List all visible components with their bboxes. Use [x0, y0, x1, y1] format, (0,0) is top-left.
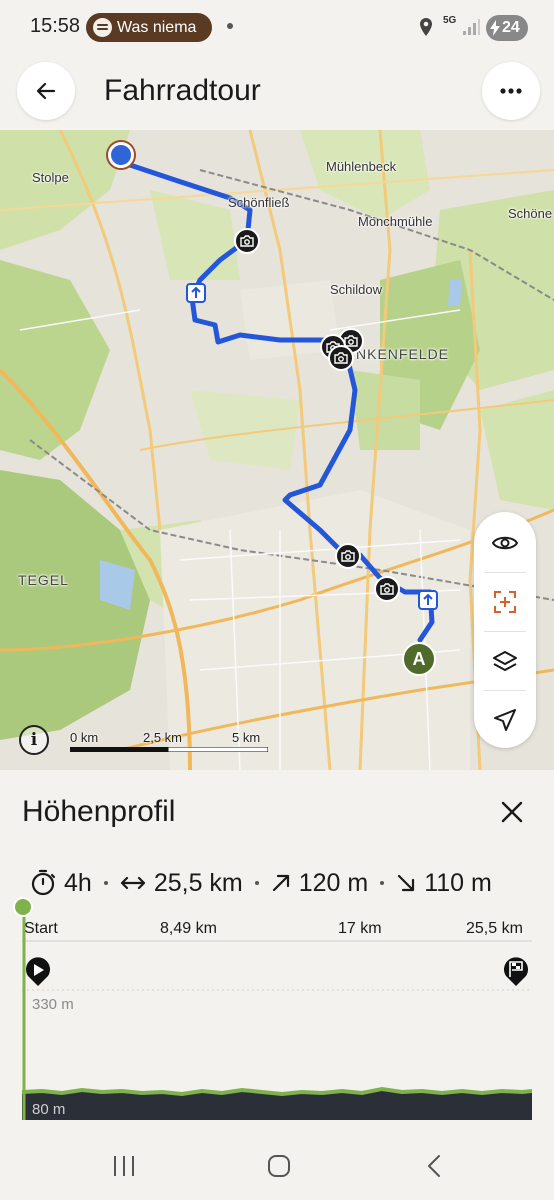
elevation-profile-chart[interactable]: [22, 895, 532, 1120]
signal-icon: [463, 19, 480, 35]
arrow-left-icon: [36, 82, 56, 100]
network-type: 5G: [443, 15, 457, 26]
map-label-muehlenbeck: Mühlenbeck: [326, 159, 397, 174]
stat-separator: [254, 881, 259, 885]
finish-flag-icon: [504, 957, 528, 986]
status-bar: 15:58 Was niema 5G 24: [0, 0, 554, 56]
map-label-schildow: Schildow: [330, 282, 383, 297]
stopwatch-icon: [31, 869, 56, 896]
stat-separator: [380, 881, 385, 885]
camera-icon: [341, 550, 355, 562]
stat-separator: [103, 881, 108, 885]
app-header: Fahrradtour: [0, 56, 554, 130]
map-label-schoenfliess: Schönfließ: [228, 195, 290, 210]
route-direction-icon: [418, 590, 438, 610]
stat-ascent: 120 m: [271, 869, 368, 898]
route-direction-icon: [186, 283, 206, 303]
camera-icon: [334, 352, 348, 364]
recents-button[interactable]: [104, 1150, 144, 1182]
recenter-button[interactable]: [474, 573, 536, 631]
elevation-panel: Höhenprofil 4h 25,5 km 120 m 110 m Start…: [0, 770, 554, 1130]
home-button[interactable]: [259, 1150, 299, 1182]
stat-duration-value: 4h: [64, 868, 92, 897]
play-start-icon: [26, 957, 50, 986]
arrow-up-icon: [423, 594, 433, 605]
map-info-button[interactable]: i: [19, 725, 49, 755]
profile-position-marker[interactable]: [13, 897, 33, 917]
map-label-moenchmuehle: Mönchmühle: [358, 214, 433, 229]
home-icon: [268, 1155, 290, 1177]
status-time: 15:58: [30, 15, 81, 37]
ascent-arrow-icon: [272, 874, 289, 892]
stat-ascent-value: 120 m: [298, 868, 369, 897]
photo-poi-icon[interactable]: [335, 543, 361, 569]
photo-poi-icon[interactable]: [234, 228, 260, 254]
stat-descent-value: 110 m: [424, 868, 492, 897]
map-base: [0, 130, 554, 770]
map-label-stolpe: Stolpe: [32, 170, 69, 185]
page-title: Fahrradtour: [104, 74, 261, 107]
more-horizontal-icon: [500, 88, 522, 94]
battery-level: 24: [502, 19, 520, 36]
descent-arrow-icon: [398, 874, 415, 892]
charging-icon: [490, 20, 500, 36]
map-label-tegel: TEGEL: [18, 572, 69, 588]
spotify-icon: [93, 18, 112, 37]
media-pill[interactable]: Was niema: [86, 13, 212, 42]
photo-poi-icon[interactable]: [374, 576, 400, 602]
recenter-icon: [494, 591, 516, 613]
recents-icon: [114, 1156, 134, 1176]
map-scale: 0 km 2,5 km 5 km: [68, 730, 268, 756]
camera-icon: [240, 235, 254, 247]
distance-arrows-icon: [120, 876, 145, 890]
status-dot: [227, 23, 233, 29]
navigation-icon: [494, 709, 516, 731]
panel-title: Höhenprofil: [22, 795, 176, 828]
layers-icon: [493, 651, 517, 671]
stat-distance: 25,5 km: [120, 869, 243, 898]
back-icon: [428, 1155, 440, 1177]
y-axis-max-label: 330 m: [32, 996, 74, 1013]
map-controls: [474, 512, 536, 748]
battery-indicator: 24: [486, 15, 528, 41]
arrow-up-icon: [191, 287, 201, 298]
close-icon: [501, 801, 523, 823]
location-icon: [420, 18, 432, 36]
media-pill-text: Was niema: [117, 19, 197, 36]
scale-bar: [70, 747, 268, 752]
back-button[interactable]: [17, 62, 75, 120]
scale-label-0: 0 km: [70, 730, 99, 745]
system-navigation-bar: [0, 1130, 554, 1200]
scale-label-2: 5 km: [232, 730, 261, 745]
map-layers-button[interactable]: [474, 632, 536, 690]
map-label-schoene: Schöne: [508, 206, 553, 221]
y-axis-min-label: 80 m: [32, 1101, 66, 1118]
photo-poi-icon[interactable]: [328, 345, 354, 371]
stat-descent: 110 m: [396, 869, 492, 898]
system-back-button[interactable]: [414, 1150, 454, 1182]
map-label-blankenfelde: NKENFELDE: [356, 346, 450, 362]
more-options-button[interactable]: [482, 62, 540, 120]
scale-label-1: 2,5 km: [143, 730, 183, 745]
navigation-button[interactable]: [474, 691, 536, 749]
current-location-marker: [108, 142, 134, 168]
stat-duration: 4h: [30, 869, 92, 898]
close-button[interactable]: [494, 794, 530, 830]
visibility-toggle-button[interactable]: [474, 514, 536, 572]
camera-icon: [380, 583, 394, 595]
route-map[interactable]: Stolpe Schönfließ Mühlenbeck Mönchmühle …: [0, 130, 554, 770]
eye-icon: [492, 536, 518, 550]
route-start-marker[interactable]: A: [402, 642, 436, 676]
stat-distance-value: 25,5 km: [153, 868, 243, 897]
